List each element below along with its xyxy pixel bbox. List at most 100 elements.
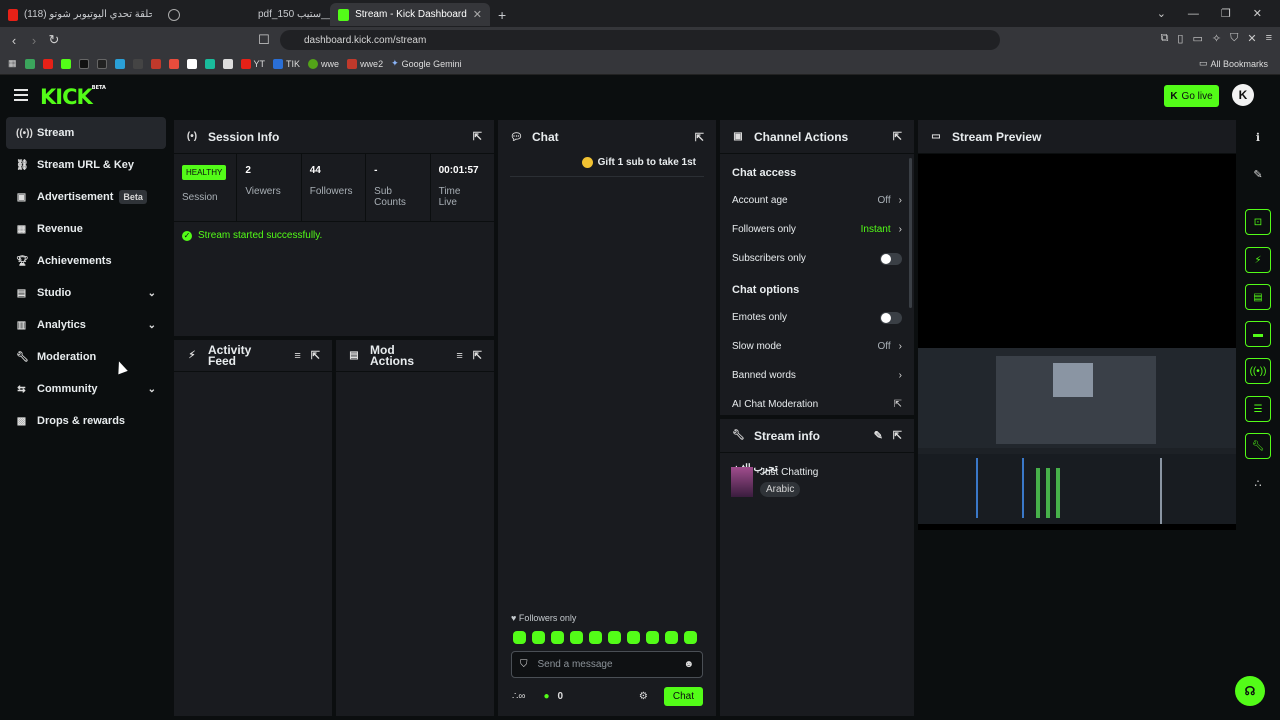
sidebar-item-advertisement[interactable]: ▣ Advertisement Beta <box>6 181 166 213</box>
screenshot-button[interactable]: ⊡ <box>1245 209 1271 235</box>
emote-icon[interactable] <box>513 631 526 644</box>
emoji-icon[interactable]: ☻ <box>683 659 694 670</box>
edit-pencil-icon[interactable]: ✎ <box>874 429 883 442</box>
help-support-button[interactable]: ☊ <box>1235 676 1265 706</box>
sidebar-item-achievements[interactable]: 🏆︎ Achievements <box>6 245 166 277</box>
browser-tab-kick[interactable]: Stream - Kick Dashboard ✕ <box>330 3 490 26</box>
forward-icon[interactable]: › <box>24 33 44 48</box>
popout-icon[interactable]: ⇱ <box>893 130 902 143</box>
emotes-only-toggle[interactable] <box>880 311 902 324</box>
go-live-button[interactable]: K Go live <box>1164 85 1219 107</box>
bookmark-icon[interactable]: ☐ <box>254 32 274 48</box>
emote-icon[interactable] <box>551 631 564 644</box>
sidebar-item-drops-rewards[interactable]: ▩ Drops & rewards <box>6 405 166 437</box>
account-age-row[interactable]: Account age Off › <box>720 186 914 215</box>
emote-icon[interactable] <box>570 631 583 644</box>
reload-icon[interactable]: ↻ <box>44 32 64 48</box>
tools-button[interactable]: 🔧︎ <box>1245 433 1271 459</box>
filter-icon[interactable]: ≡ <box>294 350 300 362</box>
bookmark-item[interactable] <box>24 58 35 69</box>
banned-words-row[interactable]: Banned words › <box>720 361 914 390</box>
bookmark-wwe2[interactable]: wwe2 <box>347 58 383 69</box>
sidebar-item-stream[interactable]: ((•)) Stream <box>6 117 166 149</box>
ai-icon[interactable]: ✧ <box>1212 32 1221 45</box>
bookmark-wwe[interactable]: wwe <box>308 58 339 69</box>
bookmark-item[interactable] <box>60 58 71 69</box>
apps-icon[interactable]: ▦ <box>8 58 17 69</box>
slow-mode-row[interactable]: Slow mode Off › <box>720 332 914 361</box>
sidebar-item-analytics[interactable]: ▥ Analytics ⌄ <box>6 309 166 341</box>
new-tab-button[interactable]: + <box>490 3 514 26</box>
bookmark-item[interactable] <box>96 58 107 69</box>
shield-icon[interactable]: ⛉ <box>1230 32 1238 45</box>
hamburger-menu-icon[interactable] <box>14 89 28 101</box>
bookmark-item[interactable] <box>150 58 161 69</box>
bookmark-gemini[interactable]: ✦ Google Gemini <box>391 58 462 69</box>
emote-icon[interactable] <box>665 631 678 644</box>
bookmark-item[interactable] <box>42 58 53 69</box>
bookmark-tik[interactable]: TIK <box>273 58 300 69</box>
popout-icon[interactable]: ⇱ <box>473 349 482 362</box>
bookmark-item[interactable] <box>168 58 179 69</box>
extension-icon[interactable]: ⧉ <box>1161 32 1169 45</box>
avatar[interactable]: K <box>1232 84 1254 106</box>
sidebar-item-community[interactable]: ⇆ Community ⌄ <box>6 373 166 405</box>
popout-icon[interactable]: ⇱ <box>473 130 482 143</box>
gift-sub-banner[interactable]: Gift 1 sub to take 1st <box>581 157 696 168</box>
quick-actions-button[interactable]: ⚡︎ <box>1245 247 1271 273</box>
back-icon[interactable]: ‹ <box>4 33 24 48</box>
filter-icon[interactable]: ≡ <box>456 350 462 362</box>
send-chat-button[interactable]: Chat <box>663 686 703 706</box>
bookmark-item[interactable] <box>222 58 233 69</box>
tools-icon[interactable]: ✕ <box>1247 32 1256 45</box>
emote-icon[interactable] <box>684 631 697 644</box>
sidebar-item-moderation[interactable]: 🔧︎ Moderation <box>6 341 166 373</box>
bookmark-item[interactable] <box>78 58 89 69</box>
popout-icon[interactable]: ⇱ <box>311 349 320 362</box>
broadcast-button[interactable]: ((•)) <box>1245 358 1271 384</box>
browser-tab-new[interactable] <box>160 3 250 26</box>
bookmark-item[interactable] <box>114 58 125 69</box>
emote-icon[interactable] <box>532 631 545 644</box>
url-field[interactable]: dashboard.kick.com/stream <box>280 30 1000 50</box>
subscribers-only-toggle[interactable] <box>880 252 902 265</box>
browser-tab-youtube[interactable]: (118) اقوى حلقة تحدي اليوتيوبر شوتو <box>0 3 160 26</box>
info-icon[interactable]: ℹ <box>1245 124 1271 150</box>
close-tab-icon[interactable]: ✕ <box>473 8 482 21</box>
bookmark-item[interactable] <box>204 58 215 69</box>
bookmark-item[interactable] <box>132 58 143 69</box>
emote-icon[interactable] <box>627 631 640 644</box>
bookmark-yt[interactable]: YT <box>240 58 265 69</box>
chat-button[interactable]: ▬ <box>1245 321 1271 347</box>
wallet-icon[interactable]: ▭ <box>1192 32 1202 45</box>
browser-tab-pdf[interactable]: pdf_150 ستيب__ <box>250 3 332 26</box>
restore-icon[interactable]: ❐ <box>1221 7 1231 20</box>
stream-preview-video[interactable] <box>918 348 1236 524</box>
all-bookmarks[interactable]: ▭ All Bookmarks <box>1199 58 1280 69</box>
sidebar-item-revenue[interactable]: ▦ Revenue <box>6 213 166 245</box>
kick-logo[interactable]: KICKBETA <box>40 85 106 109</box>
points-icon[interactable]: ∴∞ <box>512 691 526 702</box>
emote-icon[interactable] <box>646 631 659 644</box>
minimize-icon[interactable]: — <box>1188 8 1199 20</box>
sidebar-icon[interactable]: ▯ <box>1177 32 1183 45</box>
menu-icon[interactable]: ≡ <box>1266 32 1272 45</box>
layout-button[interactable]: ☰ <box>1245 396 1271 422</box>
chevron-down-icon[interactable]: ⌄ <box>1157 7 1166 20</box>
settings-gear-icon[interactable]: ⚙ <box>639 691 648 702</box>
edit-pencil-icon[interactable]: ✎ <box>1245 161 1271 187</box>
sidebar-item-stream-url-key[interactable]: ⛓ Stream URL & Key <box>6 149 166 181</box>
notes-button[interactable]: ▤ <box>1245 284 1271 310</box>
chat-message-input[interactable]: ⛉ Send a message ☻ <box>511 651 703 678</box>
bookmark-item[interactable] <box>186 58 197 69</box>
community-icon[interactable]: ∴ <box>1245 470 1271 496</box>
sidebar-item-studio[interactable]: ▤ Studio ⌄ <box>6 277 166 309</box>
emote-icon[interactable] <box>589 631 602 644</box>
emote-icon[interactable] <box>608 631 621 644</box>
popout-icon[interactable]: ⇱ <box>695 131 704 144</box>
followers-only-row[interactable]: Followers only Instant › <box>720 215 914 244</box>
scrollbar[interactable] <box>909 158 912 308</box>
popout-icon[interactable]: ⇱ <box>893 429 902 442</box>
close-window-icon[interactable]: ✕ <box>1253 7 1262 20</box>
ai-moderation-row[interactable]: AI Chat Moderation ⇱ <box>720 390 914 415</box>
